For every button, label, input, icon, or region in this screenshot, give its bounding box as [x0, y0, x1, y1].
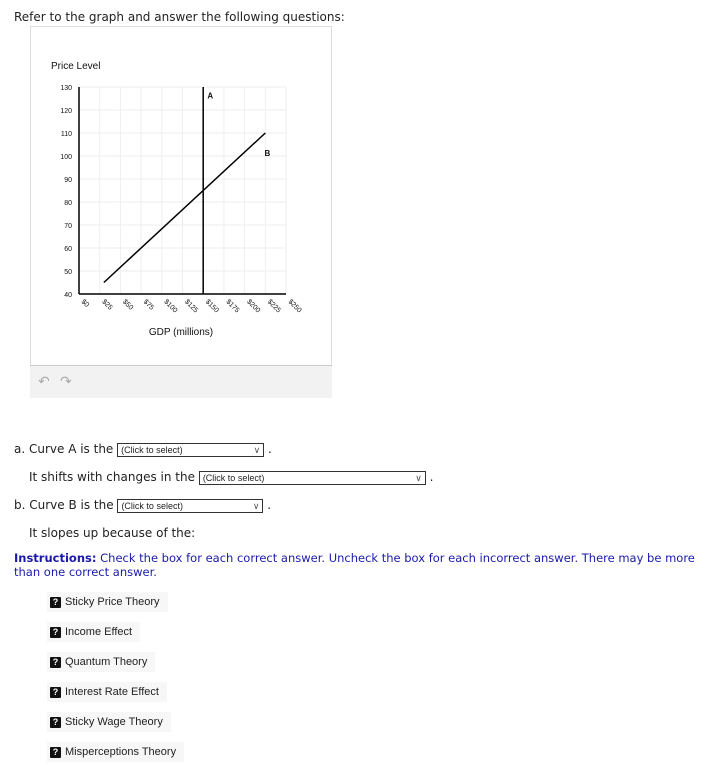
period: . — [267, 442, 272, 456]
answer-option-label: Sticky Wage Theory — [65, 716, 163, 728]
question-b: b. Curve B is the (Click to select) ∨ . — [14, 498, 271, 513]
unanswered-checkbox-icon[interactable]: ? — [50, 596, 61, 608]
shift-select[interactable]: (Click to select) ∨ — [198, 470, 426, 485]
x-axis-label: GDP (millions) — [149, 327, 213, 338]
chart-ticks: 40 50 60 70 80 90 100 110 120 130 $0 $25 $50 $75 $100 $… — [60, 85, 302, 315]
y-tick-label: 70 — [64, 223, 72, 230]
x-tick-label: $100 — [162, 298, 178, 314]
instructions-text: Check the box for each correct answer. U… — [14, 551, 695, 579]
slope-question: It slopes up because of the: — [29, 526, 196, 540]
unanswered-checkbox-icon[interactable]: ? — [50, 626, 61, 638]
answer-option-label: Sticky Price Theory — [65, 596, 160, 608]
answer-option-label: Quantum Theory — [65, 656, 148, 668]
x-tick-label: $125 — [183, 298, 199, 314]
period: . — [429, 470, 434, 484]
answer-option[interactable]: ? Interest Rate Effect — [47, 682, 167, 702]
graph-panel: 40 50 60 70 80 90 100 110 120 130 $0 $25 $50 $75 $100 $… — [30, 26, 332, 366]
question-b-text: b. Curve B is the — [14, 498, 114, 512]
y-tick-label: 110 — [61, 131, 72, 138]
y-tick-label: 130 — [60, 85, 72, 92]
chart: 40 50 60 70 80 90 100 110 120 130 $0 $25 $50 $75 $100 $… — [51, 61, 303, 338]
chart-series: AB — [103, 87, 270, 294]
unanswered-checkbox-icon[interactable]: ? — [50, 716, 61, 728]
question-shift: It shifts with changes in the (Click to … — [29, 470, 433, 485]
chevron-down-icon: ∨ — [415, 472, 422, 483]
x-tick-label: $150 — [204, 298, 220, 314]
answer-option-label: Income Effect — [65, 626, 133, 638]
answer-option-label: Interest Rate Effect — [65, 686, 159, 698]
shift-select-value: (Click to select) — [202, 472, 265, 483]
answer-option[interactable]: ? Sticky Price Theory — [47, 592, 168, 612]
y-tick-label: 50 — [64, 269, 72, 276]
curve-label-a: A — [207, 92, 213, 101]
y-tick-label: 100 — [60, 154, 72, 161]
chevron-down-icon: ∨ — [252, 500, 260, 511]
curve-label-b: B — [264, 149, 270, 158]
x-tick-label: $175 — [224, 298, 240, 314]
graph-toolbar: ↶ ↷ — [30, 365, 332, 398]
x-tick-label: $250 — [287, 298, 303, 314]
unanswered-checkbox-icon[interactable]: ? — [50, 746, 61, 758]
intro-text: Refer to the graph and answer the follow… — [14, 10, 345, 24]
chevron-down-icon: ∨ — [253, 444, 261, 455]
period: . — [267, 498, 272, 512]
curve-b-select[interactable]: (Click to select) ∨ — [117, 498, 264, 513]
question-a: a. Curve A is the (Click to select) ∨ . — [14, 442, 272, 457]
unanswered-checkbox-icon[interactable]: ? — [50, 686, 61, 698]
answer-option[interactable]: ? Income Effect — [47, 622, 141, 642]
curve-b — [103, 132, 266, 284]
instructions-label: Instructions: — [14, 551, 97, 565]
x-tick-label: $225 — [266, 298, 282, 314]
y-tick-label: 60 — [64, 246, 72, 253]
y-tick-label: 90 — [64, 177, 72, 184]
answer-option[interactable]: ? Sticky Wage Theory — [47, 712, 171, 732]
answer-option[interactable]: ? Misperceptions Theory — [47, 742, 185, 762]
x-tick-label: $50 — [121, 298, 134, 311]
y-tick-label: 120 — [60, 108, 72, 115]
question-shift-text: It shifts with changes in the — [29, 470, 195, 484]
chart-grid — [78, 86, 287, 295]
question-a-text: a. Curve A is the — [14, 442, 114, 456]
undo-icon[interactable]: ↶ — [38, 374, 50, 390]
answer-option[interactable]: ? Quantum Theory — [47, 652, 156, 672]
curve-b-select-value: (Click to select) — [121, 500, 183, 511]
x-tick-label: $25 — [100, 298, 113, 311]
x-tick-label: $200 — [245, 298, 261, 314]
y-tick-label: 40 — [64, 292, 72, 299]
x-tick-label: $75 — [142, 298, 155, 311]
answer-option-label: Misperceptions Theory — [65, 746, 177, 758]
x-tick-label: $0 — [80, 298, 91, 309]
curve-a-select-value: (Click to select) — [121, 444, 183, 455]
curve-a-select[interactable]: (Click to select) ∨ — [117, 442, 265, 457]
redo-icon[interactable]: ↷ — [60, 374, 72, 390]
unanswered-checkbox-icon[interactable]: ? — [50, 656, 61, 668]
y-axis-label: Price Level — [51, 61, 100, 72]
y-tick-label: 80 — [64, 200, 72, 207]
instructions: Instructions: Check the box for each cor… — [14, 551, 704, 579]
